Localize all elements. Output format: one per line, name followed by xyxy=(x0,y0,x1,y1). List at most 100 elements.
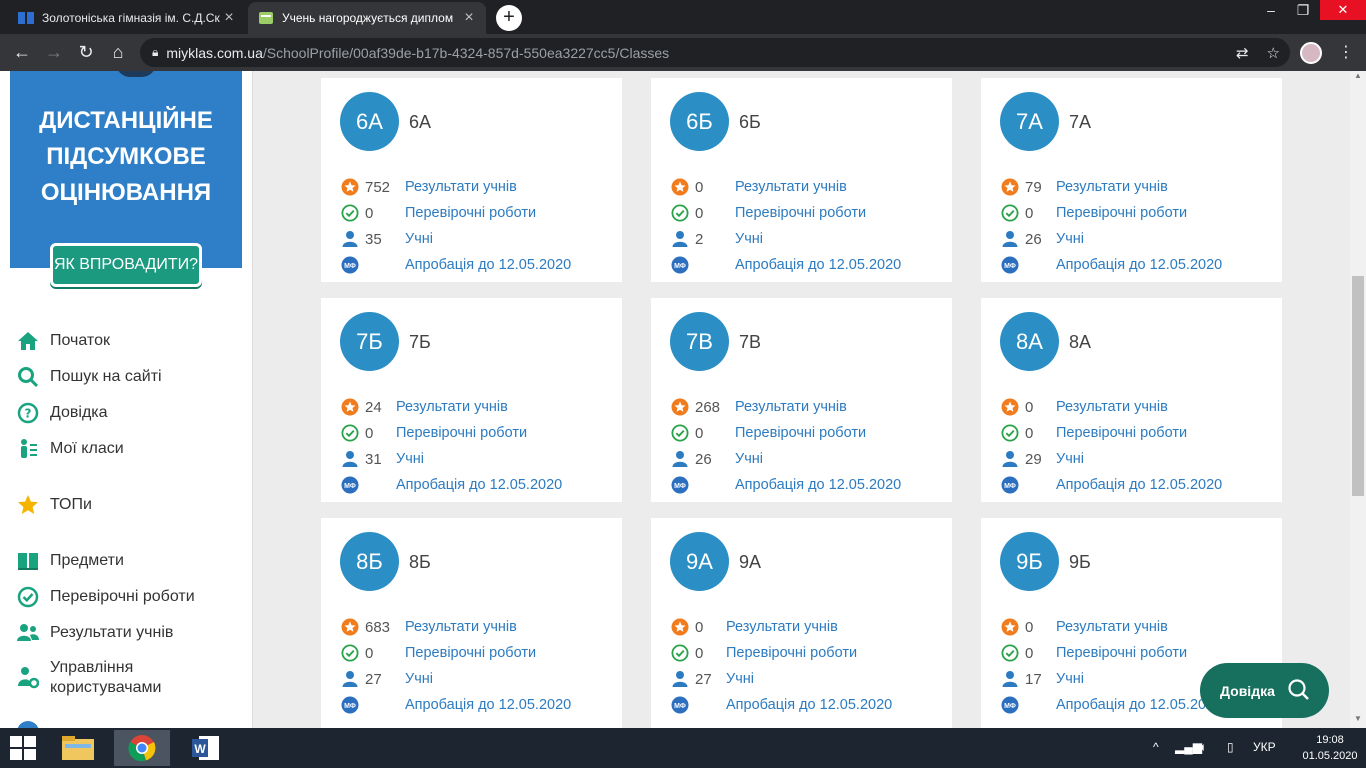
windows-start-icon[interactable] xyxy=(10,736,36,760)
stat-value: 0 xyxy=(1025,204,1034,222)
approbation-link[interactable]: Апробація до 12.05.2020 xyxy=(405,257,571,273)
students-link[interactable]: Учні xyxy=(405,671,433,687)
results-link[interactable]: Результати учнів xyxy=(735,399,847,415)
scroll-up-icon[interactable]: ▲ xyxy=(1350,71,1366,85)
stat-value: 26 xyxy=(1025,230,1042,248)
tests-link[interactable]: Перевірочні роботи xyxy=(396,425,527,441)
class-name[interactable]: 9Б xyxy=(1069,552,1091,573)
window-close-button[interactable]: ✕ xyxy=(1320,0,1366,20)
class-name[interactable]: 7А xyxy=(1069,112,1091,133)
close-tab-icon[interactable]: × xyxy=(462,9,476,27)
profile-avatar[interactable] xyxy=(1300,42,1322,64)
help-chat-button[interactable]: Довідка xyxy=(1200,663,1329,718)
taskbar-explorer[interactable] xyxy=(50,730,106,766)
browser-tab-school[interactable]: Золотоніська гімназія ім. С.Д.Ск × xyxy=(8,2,246,34)
class-badge[interactable]: 7В xyxy=(670,312,729,371)
sidebar-item-home[interactable]: Початок xyxy=(16,323,246,359)
battery-icon[interactable]: ▯ xyxy=(1227,740,1234,754)
taskbar-chrome[interactable] xyxy=(114,730,170,766)
approbation-link[interactable]: Апробація до 12.05.2020 xyxy=(735,257,901,273)
approbation-link[interactable]: Апробація до 12.05.2020 xyxy=(1056,477,1222,493)
minimize-icon[interactable]: – xyxy=(1256,0,1286,20)
approbation-link[interactable]: Апробація до 12.05.2020 xyxy=(726,697,892,713)
class-name[interactable]: 7В xyxy=(739,332,761,353)
class-name[interactable]: 6Б xyxy=(739,112,761,133)
students-link[interactable]: Учні xyxy=(405,231,433,247)
tests-link[interactable]: Перевірочні роботи xyxy=(1056,205,1187,221)
class-badge[interactable]: 6Б xyxy=(670,92,729,151)
sidebar-item-subjects[interactable]: Предмети xyxy=(16,543,246,579)
students-link[interactable]: Учні xyxy=(735,231,763,247)
browser-tab-diploma[interactable]: Учень нагороджується диплом × xyxy=(248,2,486,34)
scroll-thumb[interactable] xyxy=(1352,276,1364,496)
results-link[interactable]: Результати учнів xyxy=(405,179,517,195)
tests-link[interactable]: Перевірочні роботи xyxy=(735,205,866,221)
browser-menu-icon[interactable]: ⋮ xyxy=(1338,42,1354,62)
sidebar-item-search[interactable]: Пошук на сайті xyxy=(16,359,246,395)
results-link[interactable]: Результати учнів xyxy=(405,619,517,635)
forward-icon[interactable]: → xyxy=(42,40,66,64)
taskbar-clock[interactable]: 19:08 01.05.2020 xyxy=(1300,732,1360,764)
new-tab-button[interactable]: + xyxy=(496,5,522,31)
tests-link[interactable]: Перевірочні роботи xyxy=(405,205,536,221)
students-link[interactable]: Учні xyxy=(1056,451,1084,467)
sidebar-item-user-management[interactable]: Управління користувачами xyxy=(16,651,246,705)
sidebar-item-tests[interactable]: Перевірочні роботи xyxy=(16,579,246,615)
students-link[interactable]: Учні xyxy=(726,671,754,687)
students-link[interactable]: Учні xyxy=(735,451,763,467)
approbation-link[interactable]: Апробація до 12.05.2020 xyxy=(735,477,901,493)
language-indicator[interactable]: УКР xyxy=(1253,740,1276,754)
students-link[interactable]: Учні xyxy=(396,451,424,467)
class-badge[interactable]: 7А xyxy=(1000,92,1059,151)
tests-link[interactable]: Перевірочні роботи xyxy=(1056,425,1187,441)
results-link[interactable]: Результати учнів xyxy=(735,179,847,195)
class-badge[interactable]: 8Б xyxy=(340,532,399,591)
class-name[interactable]: 6А xyxy=(409,112,431,133)
tests-link[interactable]: Перевірочні роботи xyxy=(1056,645,1187,661)
approbation-link[interactable]: Апробація до 12.05.2020 xyxy=(396,477,562,493)
class-badge[interactable]: 7Б xyxy=(340,312,399,371)
how-to-implement-button[interactable]: ЯК ВПРОВАДИТИ? xyxy=(50,243,202,287)
page-scrollbar[interactable]: ▲ ▼ xyxy=(1350,71,1366,728)
results-link[interactable]: Результати учнів xyxy=(726,619,838,635)
tests-link[interactable]: Перевірочні роботи xyxy=(405,645,536,661)
class-badge[interactable]: 9А xyxy=(670,532,729,591)
approbation-link[interactable]: Апробація до 12.05.2020 xyxy=(1056,257,1222,273)
students-link[interactable]: Учні xyxy=(1056,671,1084,687)
students-link[interactable]: Учні xyxy=(1056,231,1084,247)
bookmark-star-icon[interactable]: ☆ xyxy=(1267,44,1280,62)
approbation-link[interactable]: Апробація до 12.05.2020 xyxy=(405,697,571,713)
close-tab-icon[interactable]: × xyxy=(222,9,236,27)
promo-banner[interactable]: ДИСТАНЦІЙНЕ ПІДСУМКОВЕ ОЦІНЮВАННЯ xyxy=(10,71,242,268)
results-link[interactable]: Результати учнів xyxy=(1056,179,1168,195)
volume-icon[interactable]: 🔈︎ xyxy=(1200,740,1207,755)
tests-link[interactable]: Перевірочні роботи xyxy=(735,425,866,441)
class-badge[interactable]: 8А xyxy=(1000,312,1059,371)
approbation-link[interactable]: Апробація до 12.05.2020 xyxy=(1056,697,1222,713)
class-name[interactable]: 8А xyxy=(1069,332,1091,353)
class-name[interactable]: 7Б xyxy=(409,332,431,353)
class-name[interactable]: 8Б xyxy=(409,552,431,573)
restore-icon[interactable]: ❐ xyxy=(1288,0,1318,20)
class-stat-approbation: МФ Апробація до 12.05.2020 xyxy=(341,695,611,715)
sidebar-item-my-classes[interactable]: Мої класи xyxy=(16,431,246,467)
sidebar-item-student-results[interactable]: Результати учнів xyxy=(16,615,246,651)
sidebar-item-tops[interactable]: ТОПи xyxy=(16,487,246,523)
results-link[interactable]: Результати учнів xyxy=(396,399,508,415)
class-badge[interactable]: 9Б xyxy=(1000,532,1059,591)
sidebar-item-help[interactable]: ? Довідка xyxy=(16,395,246,431)
home-button-icon[interactable]: ⌂ xyxy=(106,40,130,64)
tray-expand-icon[interactable]: ^ xyxy=(1153,740,1159,754)
results-link[interactable]: Результати учнів xyxy=(1056,399,1168,415)
address-bar[interactable]: 🔒︎ miyklas.com.ua /SchoolProfile/00af39d… xyxy=(140,38,1290,67)
tests-link[interactable]: Перевірочні роботи xyxy=(726,645,857,661)
results-link[interactable]: Результати учнів xyxy=(1056,619,1168,635)
back-icon[interactable]: ← xyxy=(10,40,34,64)
network-icon[interactable]: ▂▄▆ xyxy=(1175,740,1202,754)
class-name[interactable]: 9А xyxy=(739,552,761,573)
reload-icon[interactable]: ↻ xyxy=(74,40,98,64)
translate-icon[interactable]: ⇄ xyxy=(1236,44,1249,62)
scroll-down-icon[interactable]: ▼ xyxy=(1350,714,1366,728)
class-badge[interactable]: 6А xyxy=(340,92,399,151)
taskbar-word[interactable]: W xyxy=(178,730,234,766)
